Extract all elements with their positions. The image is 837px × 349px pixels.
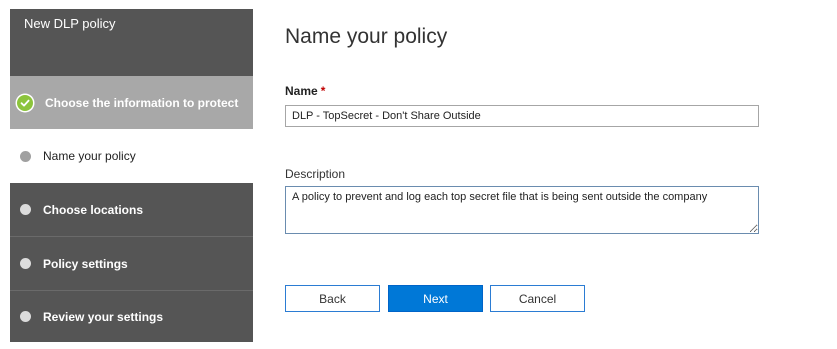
step-label: Choose the information to protect: [45, 95, 239, 110]
step-dot-icon: [20, 258, 31, 269]
next-button[interactable]: Next: [388, 285, 483, 312]
step-label: Review your settings: [43, 309, 164, 324]
page-title: Name your policy: [285, 25, 448, 48]
step-name-policy[interactable]: Name your policy: [10, 129, 253, 183]
wizard-title: New DLP policy: [24, 16, 116, 31]
name-label-text: Name: [285, 84, 318, 98]
name-field-label: Name *: [285, 84, 325, 98]
step-label: Policy settings: [43, 256, 128, 271]
policy-description-input[interactable]: A policy to prevent and log each top sec…: [285, 186, 759, 234]
step-policy-settings[interactable]: Policy settings: [10, 237, 253, 291]
step-dot-icon: [20, 204, 31, 215]
back-button[interactable]: Back: [285, 285, 380, 312]
step-label: Name your policy: [43, 149, 136, 163]
step-dot-icon: [20, 150, 31, 162]
wizard-sidebar: New DLP policy Choose the information to…: [10, 9, 253, 342]
cancel-button[interactable]: Cancel: [490, 285, 585, 312]
step-choose-locations[interactable]: Choose locations: [10, 183, 253, 237]
step-label: Choose locations: [43, 202, 144, 217]
required-marker: *: [320, 84, 326, 98]
check-icon: [17, 94, 33, 111]
step-dot-icon: [20, 311, 31, 322]
step-review-settings[interactable]: Review your settings: [10, 291, 253, 342]
policy-name-input[interactable]: [285, 105, 759, 127]
description-field-label: Description: [285, 167, 346, 181]
dlp-policy-wizard: New DLP policy Choose the information to…: [0, 0, 837, 349]
step-choose-information[interactable]: Choose the information to protect: [10, 76, 253, 129]
